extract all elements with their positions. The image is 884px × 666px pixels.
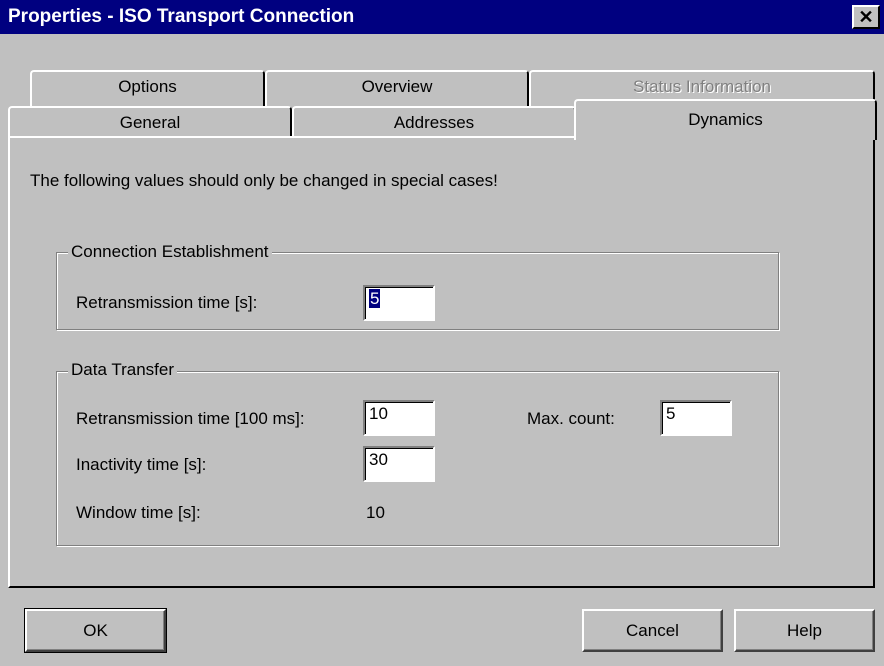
warning-note: The following values should only be chan…	[30, 171, 498, 190]
dt-retransmission-label: Retransmission time [100 ms]:	[76, 409, 305, 428]
cancel-button[interactable]: Cancel	[582, 609, 723, 652]
help-button[interactable]: Help	[734, 609, 875, 652]
tab-label: Overview	[361, 77, 433, 96]
inactivity-input[interactable]: 30	[363, 446, 435, 482]
dt-retransmission-value: 10	[369, 404, 388, 423]
window-time-label: Window time [s]:	[76, 503, 201, 522]
inactivity-label: Inactivity time [s]:	[76, 455, 207, 474]
ce-retransmission-label: Retransmission time [s]:	[76, 293, 258, 312]
tab-label: Status Information	[633, 77, 771, 96]
tab-label: General	[119, 113, 181, 132]
tab-label: Dynamics	[688, 110, 763, 129]
tab-label: Addresses	[393, 113, 475, 132]
connection-establishment-legend: Connection Establishment	[68, 242, 272, 262]
tab-addresses[interactable]: Addresses	[292, 106, 576, 138]
ce-retransmission-input[interactable]: 5	[363, 285, 435, 321]
close-button[interactable]: ✕	[852, 5, 880, 29]
inactivity-value: 30	[369, 450, 388, 469]
max-count-value: 5	[666, 404, 676, 423]
ok-button[interactable]: OK	[24, 608, 167, 653]
window-title: Properties - ISO Transport Connection	[8, 6, 355, 27]
tab-dynamics[interactable]: Dynamics	[574, 99, 877, 140]
window-time-value: 10	[366, 503, 385, 522]
close-icon: ✕	[858, 7, 874, 27]
tab-general[interactable]: General	[8, 106, 292, 138]
max-count-input[interactable]: 5	[660, 400, 732, 436]
max-count-label: Max. count:	[527, 409, 615, 428]
data-transfer-legend: Data Transfer	[68, 360, 177, 380]
tab-label: Options	[118, 77, 177, 96]
ce-retransmission-value: 5	[369, 289, 381, 308]
dt-retransmission-input[interactable]: 10	[363, 400, 435, 436]
